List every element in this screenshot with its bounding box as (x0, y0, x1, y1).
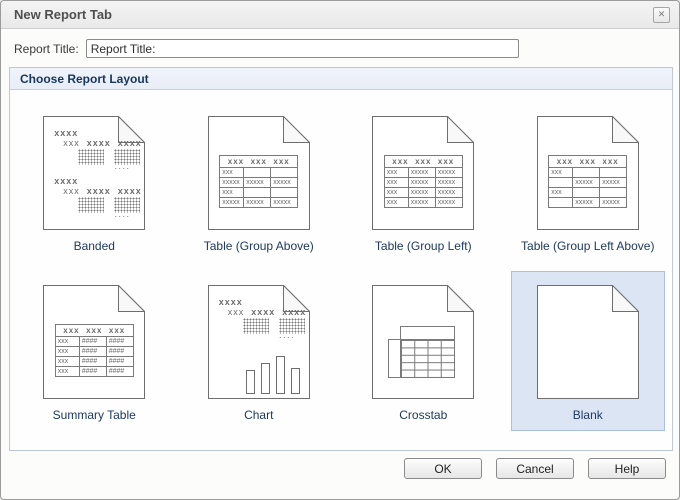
footer-buttons: OK Cancel Help (404, 458, 666, 479)
close-icon[interactable]: ✕ (653, 7, 670, 23)
chart-icon: xxxx xxxxxxxxxxx ···· (208, 285, 310, 399)
layout-tile-crosstab[interactable]: Crosstab (346, 271, 501, 431)
layout-tile-table-group-above[interactable]: xxx xxx xxx xxx xxxxxxxxxxxxxxx xxx xxxx… (182, 102, 337, 262)
mini-bar-chart (246, 356, 300, 394)
layout-tiles: xxxx xxxxxxxxxxx ···· xxxx xxxxxxxxxxx ·… (10, 90, 672, 437)
table-group-left-above-icon: xxx xxx xxx xxx xxxxxxxxxx xxx xxxxxxxxx… (537, 116, 639, 230)
new-report-tab-dialog: New Report Tab ✕ Report Title: Choose Re… (0, 0, 680, 500)
dialog-title: New Report Tab (14, 7, 112, 22)
crosstab-icon (372, 285, 474, 399)
layout-tile-table-group-left-above[interactable]: xxx xxx xxx xxx xxxxxxxxxx xxx xxxxxxxxx… (511, 102, 666, 262)
layout-tile-blank[interactable]: Blank (511, 271, 666, 431)
layout-label: Chart (244, 408, 273, 422)
report-title-label: Report Title: (14, 42, 79, 56)
layout-label: Blank (573, 408, 603, 422)
banded-icon: xxxx xxxxxxxxxxx ···· xxxx xxxxxxxxxxx ·… (43, 116, 145, 230)
report-title-input[interactable] (86, 39, 519, 58)
layout-label: Crosstab (399, 408, 447, 422)
layout-label: Table (Group Left Above) (521, 239, 654, 253)
layout-tile-summary-table[interactable]: xxx xxx xxx xxx######## xxx######## xxx#… (17, 271, 172, 431)
layout-tile-banded[interactable]: xxxx xxxxxxxxxxx ···· xxxx xxxxxxxxxxx ·… (17, 102, 172, 262)
table-group-left-icon: xxx xxx xxx xxxxxxxxxxxxx xxxxxxxxxxxxx … (372, 116, 474, 230)
blank-icon (537, 285, 639, 399)
group-header-label: Choose Report Layout (20, 72, 149, 86)
layout-label: Summary Table (53, 408, 136, 422)
group-header: Choose Report Layout (10, 68, 672, 90)
layout-tile-table-group-left[interactable]: xxx xxx xxx xxxxxxxxxxxxx xxxxxxxxxxxxx … (346, 102, 501, 262)
layout-label: Banded (74, 239, 115, 253)
help-button[interactable]: Help (588, 458, 666, 479)
ok-button[interactable]: OK (404, 458, 482, 479)
layout-label: Table (Group Left) (375, 239, 472, 253)
choose-report-layout-group: Choose Report Layout xxxx xxxxxxxxxxx (9, 67, 673, 451)
title-bar: New Report Tab ✕ (1, 1, 679, 29)
table-group-above-icon: xxx xxx xxx xxx xxxxxxxxxxxxxxx xxx xxxx… (208, 116, 310, 230)
cancel-button[interactable]: Cancel (496, 458, 574, 479)
report-title-row: Report Title: (14, 39, 519, 58)
summary-table-icon: xxx xxx xxx xxx######## xxx######## xxx#… (43, 285, 145, 399)
layout-label: Table (Group Above) (204, 239, 314, 253)
layout-tile-chart[interactable]: xxxx xxxxxxxxxxx ···· Chart (182, 271, 337, 431)
